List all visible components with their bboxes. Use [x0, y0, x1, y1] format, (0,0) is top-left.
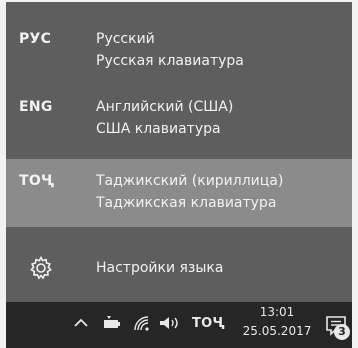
language-name: Русский	[96, 31, 155, 47]
language-settings-label: Настройки языка	[96, 260, 224, 276]
language-name: Таджикский (кириллица)	[96, 173, 284, 189]
language-name: Английский (США)	[96, 99, 234, 115]
keyboard-layout-name: Русская клавиатура	[96, 53, 244, 69]
language-code: ТОҶ	[19, 173, 53, 189]
language-flyout: РУС Русский Русская клавиатура ENG Англи…	[6, 2, 352, 302]
language-code: ENG	[19, 99, 53, 115]
language-item-toj[interactable]: ТОҶ Таджикский (кириллица) Таджикская кл…	[6, 159, 352, 227]
battery-icon[interactable]	[102, 314, 122, 332]
keyboard-layout-name: Таджикская клавиатура	[96, 195, 277, 211]
notification-count-badge: 3	[334, 324, 350, 340]
clock-date[interactable]: 25.05.2017	[242, 324, 312, 338]
taskbar: ТОҶ 13:01 25.05.2017 3	[6, 302, 352, 348]
chevron-up-icon[interactable]	[72, 314, 90, 332]
volume-icon[interactable]	[158, 314, 184, 332]
gear-icon	[30, 255, 52, 280]
screen: РУС Русский Русская клавиатура ENG Англи…	[0, 0, 358, 348]
input-language-indicator[interactable]: ТОҶ	[192, 316, 223, 331]
language-item-rus[interactable]: РУС Русский Русская клавиатура	[6, 16, 352, 84]
wifi-icon[interactable]	[132, 314, 152, 332]
language-code: РУС	[19, 31, 52, 47]
keyboard-layout-name: США клавиатура	[96, 121, 221, 137]
language-settings-link[interactable]: Настройки языка	[6, 248, 352, 292]
language-item-eng[interactable]: ENG Английский (США) США клавиатура	[6, 84, 352, 152]
clock-time[interactable]: 13:01	[242, 305, 312, 319]
